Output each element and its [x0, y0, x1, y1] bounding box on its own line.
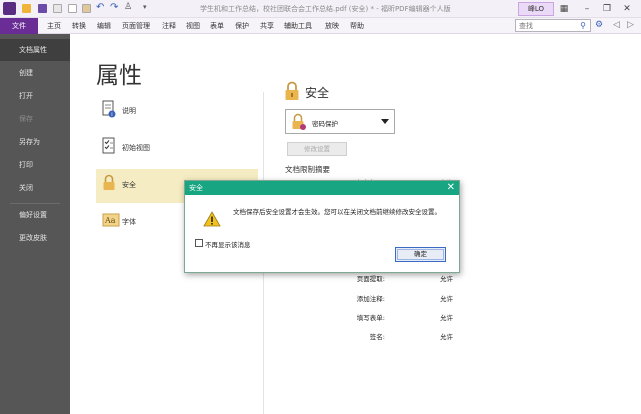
title-bar: ↶ ↷ ♙ ▾ 学生机和工作总结，校社团联合会工作总结.pdf (安全) * -…	[0, 0, 641, 18]
menu-view[interactable]: 视图	[186, 20, 200, 32]
hand-icon[interactable]	[82, 4, 91, 13]
sidebar-item-save-as[interactable]: 另存为	[0, 131, 70, 153]
security-lock-icon	[285, 81, 299, 100]
user-account[interactable]: 峰LO	[518, 2, 554, 16]
restrictions-summary-title: 文档限制摘要	[285, 165, 330, 174]
prev-icon[interactable]: ◁	[613, 20, 620, 30]
summary-value: 允许	[440, 275, 453, 283]
file-sidebar: 文档属性 创建 打开 保存 另存为 打印 关闭 偏好设置 更改皮肤	[0, 34, 70, 414]
sidebar-item-save: 保存	[19, 115, 33, 123]
sidebar-item-change-skin[interactable]: 更改皮肤	[0, 227, 70, 249]
summary-row: 签名: 允许	[330, 331, 460, 343]
sidebar-item-preferences[interactable]: 偏好设置	[0, 204, 70, 226]
dont-show-again-label[interactable]: 不再显示该消息	[205, 239, 251, 249]
settings-gear-icon[interactable]: ⚙	[595, 20, 603, 30]
menu-share[interactable]: 共享	[260, 20, 274, 32]
description-icon: i	[102, 100, 116, 118]
summary-value: 允许	[440, 295, 453, 303]
search-input[interactable]	[519, 21, 577, 31]
summary-value: 允许	[440, 333, 453, 341]
menu-file[interactable]: 文件	[0, 18, 38, 34]
dont-show-again-checkbox[interactable]	[195, 239, 203, 247]
menu-convert[interactable]: 转换	[72, 20, 86, 32]
sidebar-item-create[interactable]: 创建	[0, 62, 70, 84]
prop-nav-label: 初始视图	[122, 144, 150, 152]
chevron-down-icon	[381, 119, 389, 124]
menu-comment[interactable]: 注释	[162, 20, 176, 32]
save-icon[interactable]	[38, 4, 47, 13]
search-box: ⚲	[515, 19, 591, 32]
warning-icon	[203, 211, 221, 227]
security-method-select[interactable]: 密码保护	[285, 109, 395, 134]
customize-dropdown-icon[interactable]: ▾	[143, 3, 147, 11]
menu-home[interactable]: 主页	[47, 20, 61, 32]
summary-row: 页面提取: 允许	[330, 273, 460, 285]
search-icon[interactable]: ⚲	[578, 21, 588, 31]
font-icon: Aa	[102, 213, 120, 227]
dialog-message: 文档保存后安全设置才会生效。您可以在关闭文档前继续修改安全设置。	[233, 208, 441, 216]
summary-key: 签名:	[369, 333, 385, 341]
menu-page-manage[interactable]: 页面管理	[122, 20, 150, 32]
sidebar-item-doc-properties[interactable]: 文档属性	[0, 39, 70, 61]
modify-settings-button: 修改设置	[287, 142, 347, 156]
sidebar-item-print[interactable]: 打印	[0, 154, 70, 176]
summary-key: 添加注释:	[356, 295, 385, 303]
page-title: 属性	[96, 63, 142, 89]
new-icon[interactable]	[68, 4, 77, 13]
dialog-title: 安全	[189, 184, 203, 192]
summary-row: 填写表单: 允许	[330, 312, 460, 324]
prop-nav-label: 字体	[122, 218, 136, 226]
security-method-value: 密码保护	[312, 120, 338, 128]
summary-value: 允许	[440, 314, 453, 322]
lock-icon	[103, 174, 115, 190]
security-dialog: 安全 ✕ 文档保存后安全设置才会生效。您可以在关闭文档前继续修改安全设置。 不再…	[184, 180, 460, 273]
menu-edit[interactable]: 编辑	[97, 20, 111, 32]
ok-button[interactable]: 确定	[395, 247, 446, 262]
menu-protect[interactable]: 保护	[235, 20, 249, 32]
next-icon[interactable]: ▷	[627, 20, 634, 30]
undo-icon[interactable]: ↶	[96, 2, 104, 13]
prop-nav-description[interactable]: i 说明	[96, 95, 258, 129]
menu-accessibility[interactable]: 辅助工具	[284, 20, 312, 32]
redo-icon[interactable]: ↷	[110, 2, 118, 13]
menu-form[interactable]: 表单	[210, 20, 224, 32]
window-title: 学生机和工作总结，校社团联合会工作总结.pdf (安全) * - 福昕PDF编辑…	[200, 5, 451, 13]
close-window-button[interactable]: ✕	[620, 2, 634, 16]
app-window: ↶ ↷ ♙ ▾ 学生机和工作总结，校社团联合会工作总结.pdf (安全) * -…	[0, 0, 641, 414]
close-icon[interactable]: ✕	[447, 181, 455, 195]
svg-text:Aa: Aa	[104, 216, 116, 225]
menu-slideshow[interactable]: 放映	[325, 20, 339, 32]
svg-text:i: i	[111, 112, 112, 118]
summary-key: 页面提取:	[356, 275, 385, 283]
ribbon-layout-icon[interactable]: ▦	[557, 2, 571, 16]
prop-nav-label: 说明	[122, 107, 136, 115]
menu-help[interactable]: 帮助	[350, 20, 364, 32]
security-title: 安全	[305, 86, 330, 100]
summary-key: 填写表单:	[356, 314, 385, 322]
sidebar-item-open[interactable]: 打开	[0, 85, 70, 107]
summary-row: 添加注释: 允许	[330, 293, 460, 305]
dialog-header[interactable]: 安全 ✕	[185, 181, 459, 195]
prop-nav-initial-view[interactable]: 初始视图	[96, 132, 258, 166]
stamp-icon[interactable]: ♙	[124, 2, 132, 12]
sidebar-item-close[interactable]: 关闭	[0, 177, 70, 199]
open-icon[interactable]	[22, 4, 31, 13]
password-lock-icon	[292, 113, 306, 130]
initial-view-icon	[102, 137, 115, 154]
minimize-button[interactable]: –	[580, 2, 594, 16]
prop-nav-label: 安全	[122, 181, 136, 189]
app-logo-icon	[3, 2, 16, 15]
print-icon[interactable]	[53, 4, 62, 13]
restore-button[interactable]: ❐	[600, 2, 614, 16]
